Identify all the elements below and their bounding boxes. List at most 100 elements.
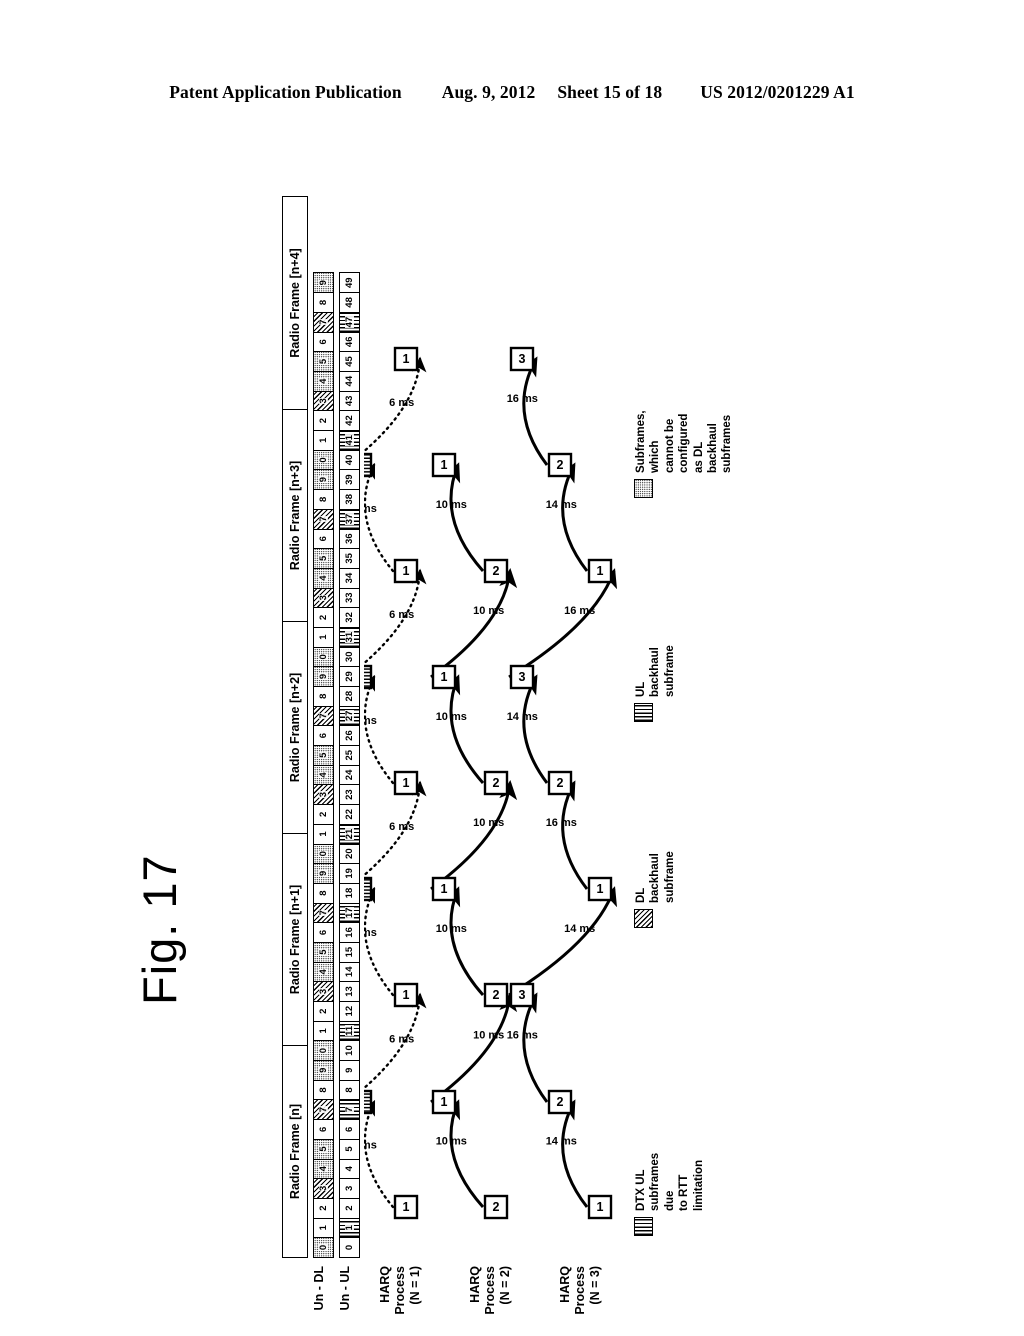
subframe-number: 34 [343, 572, 355, 584]
subframe-number: 27 [343, 710, 355, 722]
harq-arrow-timing-label: 14 ms [564, 923, 595, 935]
un-ul-subframe-cell: 10 [339, 1039, 360, 1062]
subframe-number: 40 [343, 454, 355, 466]
un-dl-subframe-cell: 0 [313, 1039, 334, 1062]
radio-frame-header-3: Radio Frame [n+3] [283, 409, 307, 621]
un-dl-subframe-cell: 2 [313, 803, 334, 825]
un-ul-subframe-cell: 37 [339, 508, 360, 530]
harq-arrow-timing-label: 14 ms [546, 1136, 577, 1148]
subframe-number: 36 [343, 532, 355, 545]
un-dl-subframe-cell: 5 [313, 547, 334, 569]
un-dl-subframe-cell: 1 [313, 1020, 334, 1042]
legend-swatch-vert [634, 1217, 653, 1236]
subframe-number: 1 [317, 437, 329, 444]
harq-node-label: 3 [519, 988, 526, 1002]
un-dl-subframe-cell: 7 [313, 508, 334, 530]
un-dl-subframe-cell: 6 [313, 331, 334, 353]
un-dl-subframe-cell: 1 [313, 626, 334, 648]
un-ul-subframe-cell: 30 [339, 646, 360, 668]
subframe-number: 5 [343, 1145, 355, 1153]
subframe-number: 19 [343, 867, 355, 880]
harq-node-label: 1 [441, 882, 448, 896]
subframe-number: 42 [343, 414, 355, 427]
subframe-number: 3 [317, 594, 329, 601]
subframe-number: 9 [317, 476, 329, 483]
harq-arrow-timing-label: 6 ms [389, 609, 414, 621]
harq-arrow-timing-label: 6 ms [389, 1034, 414, 1046]
un-dl-subframe-cell: 2 [313, 1197, 334, 1219]
un-dl-subframe-cell: 4 [313, 961, 334, 983]
un-ul-subframe-cell: 18 [339, 882, 360, 904]
harq-arrow [443, 462, 485, 572]
subframe-number: 49 [343, 276, 355, 289]
harq-arrow-timing-label: 10 ms [473, 817, 504, 829]
timing-diagram: Radio Frame [n] Radio Frame [n+1] Radio Fr… [282, 138, 733, 1315]
subframe-number: 5 [317, 555, 329, 562]
subframe-number: 12 [343, 1005, 355, 1017]
subframe-number: 3 [317, 791, 329, 798]
harq-process-1: 4 ms 6 ms 4 ms 6 ms 4 ms 6 ms 4 ms 6 ms 1 1 1 1 1 [364, 346, 427, 1220]
dtx-subframe-marker [364, 452, 373, 478]
un-ul-subframe-cell: 40 [339, 449, 360, 471]
un-dl-subframe-cell: 6 [313, 724, 334, 747]
subframe-number: 28 [343, 690, 355, 702]
un-dl-subframe-cell: 0 [313, 449, 334, 471]
radio-frame-strip: Radio Frame [n] Radio Frame [n+1] Radio Fr… [282, 196, 308, 1258]
un-ul-subframe-cell: 14 [339, 961, 360, 983]
harq-arrow-timing-label: 14 ms [546, 499, 577, 511]
subframe-number: 6 [317, 338, 329, 345]
un-dl-subframe-cell: 9 [313, 665, 334, 688]
un-ul-subframe-cell: 12 [339, 1000, 360, 1022]
un-ul-subframe-cell: 31 [339, 626, 360, 648]
un-ul-subframe-cell: 39 [339, 469, 360, 491]
subframe-number: 9 [317, 870, 329, 877]
harq-arrow [508, 886, 617, 997]
subframe-number: 33 [343, 591, 355, 604]
un-ul-subframe-cell: 3 [339, 1177, 360, 1199]
harq-arrow-timing-label: 4 ms [364, 927, 377, 939]
sheet-number: Sheet 15 of 18 [557, 82, 663, 102]
subframe-number: 21 [343, 828, 355, 840]
row-label-harq-1: HARQ Process (N = 1) [378, 1266, 422, 1315]
subframe-number: 8 [317, 693, 329, 700]
radio-frame-header-4: Radio Frame [n+4] [283, 197, 307, 409]
subframe-number: 13 [343, 985, 355, 998]
un-ul-subframe-cell: 29 [339, 665, 360, 688]
un-ul-subframe-cell: 28 [339, 685, 360, 707]
radio-frame-label: Radio Frame [n] [288, 1103, 302, 1200]
un-ul-subframe-cell: 35 [339, 547, 360, 569]
harq-arrow-timing-label: 16 ms [546, 817, 577, 829]
un-ul-subframe-cell: 5 [339, 1138, 360, 1160]
un-dl-subframe-cell: 2 [313, 1000, 334, 1022]
un-dl-subframe-cell: 9 [313, 272, 334, 294]
publication-header: Patent Application Publication Aug. 9, 2… [0, 82, 1024, 103]
row-label-un-ul: Un - UL [338, 1266, 352, 1311]
un-dl-subframe-cell: 3 [313, 390, 334, 412]
harq-arrow [430, 992, 518, 1104]
harq-arrow-timing-label: 4 ms [364, 1140, 377, 1152]
un-dl-subframe-cell: 5 [313, 744, 334, 766]
harq-arrow-timing-label: 6 ms [389, 397, 414, 409]
radio-frame-label: Radio Frame [n+2] [288, 672, 302, 783]
harq-arrow [364, 462, 395, 573]
harq-arrow [364, 568, 427, 679]
harq-arrow-timing-label: 16 ms [507, 393, 538, 405]
harq-node-label: 1 [403, 564, 410, 578]
subframe-number: 7 [343, 1106, 355, 1113]
row-label-un-dl: Un - DL [312, 1266, 326, 1311]
un-ul-subframe-cell: 15 [339, 941, 360, 963]
harq-arrow-timing-label: 10 ms [473, 605, 504, 617]
un-ul-subframe-cell: 33 [339, 587, 360, 609]
harq-arrow-timing-label: 10 ms [436, 499, 467, 511]
un-ul-subframe-cell: 36 [339, 528, 360, 550]
un-ul-subframe-cell: 4 [339, 1158, 360, 1180]
un-dl-subframe-cell: 6 [313, 528, 334, 550]
un-dl-subframe-cell: 8 [313, 1079, 334, 1101]
un-dl-subframe-cell: 7 [313, 311, 334, 333]
harq-arrow [430, 568, 518, 679]
subframe-number: 39 [343, 473, 355, 486]
un-dl-subframe-cell: 9 [313, 469, 334, 491]
harq-node-label: 1 [403, 776, 410, 790]
harq-process-2: 10 ms 10 ms 10 ms 10 ms 10 ms 10 ms 10 ms 2 1 2 1 2… [430, 452, 518, 1220]
row-label-harq-3: HARQ Process (N = 3) [558, 1266, 602, 1315]
